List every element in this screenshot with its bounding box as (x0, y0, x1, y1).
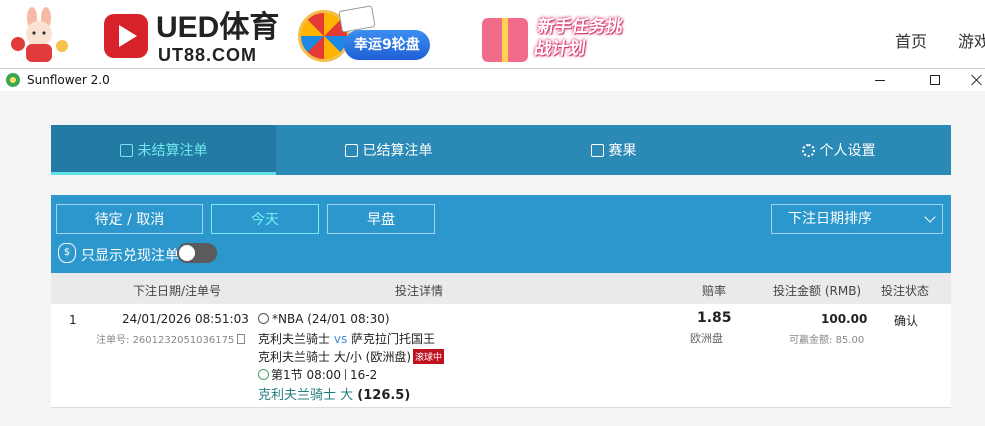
league-name: *NBA (24/01 08:30) (272, 312, 390, 326)
vs-label: vs (333, 332, 348, 346)
maximize-button[interactable] (913, 69, 957, 91)
nav-home-link[interactable]: 首页 (895, 28, 927, 52)
live-badge: 滚球中 (413, 349, 445, 364)
newbie-task-promo[interactable]: 新手任务挑战计划 (478, 8, 658, 66)
sunflower-app-icon (6, 73, 20, 87)
home-team: 克利夫兰骑士 (258, 332, 331, 346)
filter-bar: 待定 / 取消 今天 早盘 下注日期排序 $ 只显示兑现注单 (51, 195, 951, 273)
window-titlebar[interactable]: Sunflower 2.0 (0, 69, 985, 91)
tab-label: 未结算注单 (137, 143, 208, 159)
bet-ref-row: 注单号: 2601232051036175 (96, 331, 246, 346)
sort-select-value: 下注日期排序 (788, 211, 872, 227)
play-logo-icon (104, 14, 148, 58)
header-date-ref: 下注日期/注单号 (133, 284, 222, 298)
brand-name: UED体育 (156, 11, 280, 44)
main-tabs: 未结算注单 已结算注单 赛果 个人设置 (51, 125, 951, 175)
money-bag-icon: $ (58, 243, 76, 263)
app-window: Sunflower 2.0 未结算注单 已结算注单 赛果 个人设置 待定 / 取… (0, 68, 985, 426)
tab-settled-bets[interactable]: 已结算注单 (276, 125, 501, 175)
selection-name: 克利夫兰骑士 大 (258, 388, 354, 403)
selection-line-value: (126.5) (357, 388, 411, 403)
odds-type: 欧洲盘 (690, 332, 723, 345)
tab-results[interactable]: 赛果 (501, 125, 726, 175)
divider (345, 369, 347, 380)
brand-url: UT88.COM (158, 45, 258, 65)
minimize-icon (875, 79, 885, 81)
header-details: 投注详情 (395, 284, 444, 298)
bet-ref-number: 2601232051036175 (132, 335, 235, 346)
pending-bets-icon (119, 143, 133, 157)
close-button[interactable] (955, 69, 985, 91)
stake-amount: 100.00 (821, 312, 868, 326)
bets-table-header: 下注日期/注单号 投注详情 赔率 投注金额 (RMB) 投注状态 (51, 273, 951, 304)
clock-icon (258, 369, 269, 380)
row-index: 1 (69, 313, 77, 327)
chevron-down-icon (924, 211, 936, 223)
gear-icon (801, 143, 815, 157)
lucky-wheel-promo[interactable]: 幸运9轮盘 (298, 5, 452, 64)
pending-cancel-button[interactable]: 待定 / 取消 (56, 204, 203, 234)
toggle-knob (179, 245, 195, 261)
window-title: Sunflower 2.0 (27, 73, 110, 87)
tab-settings[interactable]: 个人设置 (726, 125, 951, 175)
nav-games-link[interactable]: 游戏 (958, 28, 985, 52)
tab-label: 个人设置 (819, 143, 876, 159)
site-header: UED体育 UT88.COM 幸运9轮盘 新手任务挑战计划 首页 游戏 (0, 0, 985, 70)
settled-bets-icon (344, 143, 358, 157)
period-line: 第1节 08:00 16-2 (258, 366, 377, 383)
winnable-row: 可赢金额: 85.00 (789, 331, 864, 346)
copy-icon[interactable] (237, 334, 246, 344)
cashout-only-toggle[interactable] (177, 243, 217, 263)
brand-logo[interactable]: UED体育 UT88.COM (104, 11, 294, 65)
sort-select[interactable]: 下注日期排序 (771, 204, 943, 234)
market-name: 克利夫兰骑士 大/小 (欧洲盘) (258, 350, 412, 364)
away-team: 萨克拉门托国王 (351, 332, 436, 346)
period-time: 第1节 08:00 (271, 368, 342, 382)
odds-value: 1.85 (697, 310, 732, 326)
rabbit-mascot-image (8, 6, 72, 64)
today-button[interactable]: 今天 (211, 204, 319, 234)
bet-status: 确认 (894, 314, 919, 328)
winnable-amount: 85.00 (835, 335, 865, 346)
tab-label: 赛果 (608, 143, 637, 159)
market-line: 克利夫兰骑士 大/小 (欧洲盘) 滚球中 (258, 348, 445, 365)
header-odds: 赔率 (702, 284, 727, 298)
tab-label: 已结算注单 (362, 143, 433, 159)
newbie-task-label: 新手任务挑战计划 (533, 17, 624, 59)
matchup-line: 克利夫兰骑士 vs 萨克拉门托国王 (258, 330, 435, 347)
early-market-button[interactable]: 早盘 (327, 204, 435, 234)
results-icon (590, 143, 604, 157)
cashout-only-label: 只显示兑现注单 (81, 248, 179, 264)
close-icon (971, 74, 983, 86)
cards-icon (338, 5, 376, 33)
table-row: 1 24/01/2026 08:51:03 注单号: 2601232051036… (51, 304, 951, 408)
maximize-icon (930, 75, 940, 85)
basketball-icon (258, 313, 269, 324)
winnable-label: 可赢金额: (789, 335, 833, 346)
header-status: 投注状态 (881, 284, 930, 298)
bet-datetime: 24/01/2026 08:51:03 (122, 312, 249, 326)
minimize-button[interactable] (858, 69, 902, 91)
selection-line: 克利夫兰骑士 大 (126.5) (258, 384, 410, 403)
header-stake: 投注金额 (RMB) (773, 284, 862, 298)
bet-ref-label: 注单号: (96, 335, 130, 346)
tab-pending-bets[interactable]: 未结算注单 (51, 125, 276, 175)
live-score: 16-2 (350, 368, 378, 382)
gift-box-icon (482, 18, 528, 62)
league-line: *NBA (24/01 08:30) (258, 312, 390, 326)
lucky-wheel-label: 幸运9轮盘 (344, 30, 430, 60)
